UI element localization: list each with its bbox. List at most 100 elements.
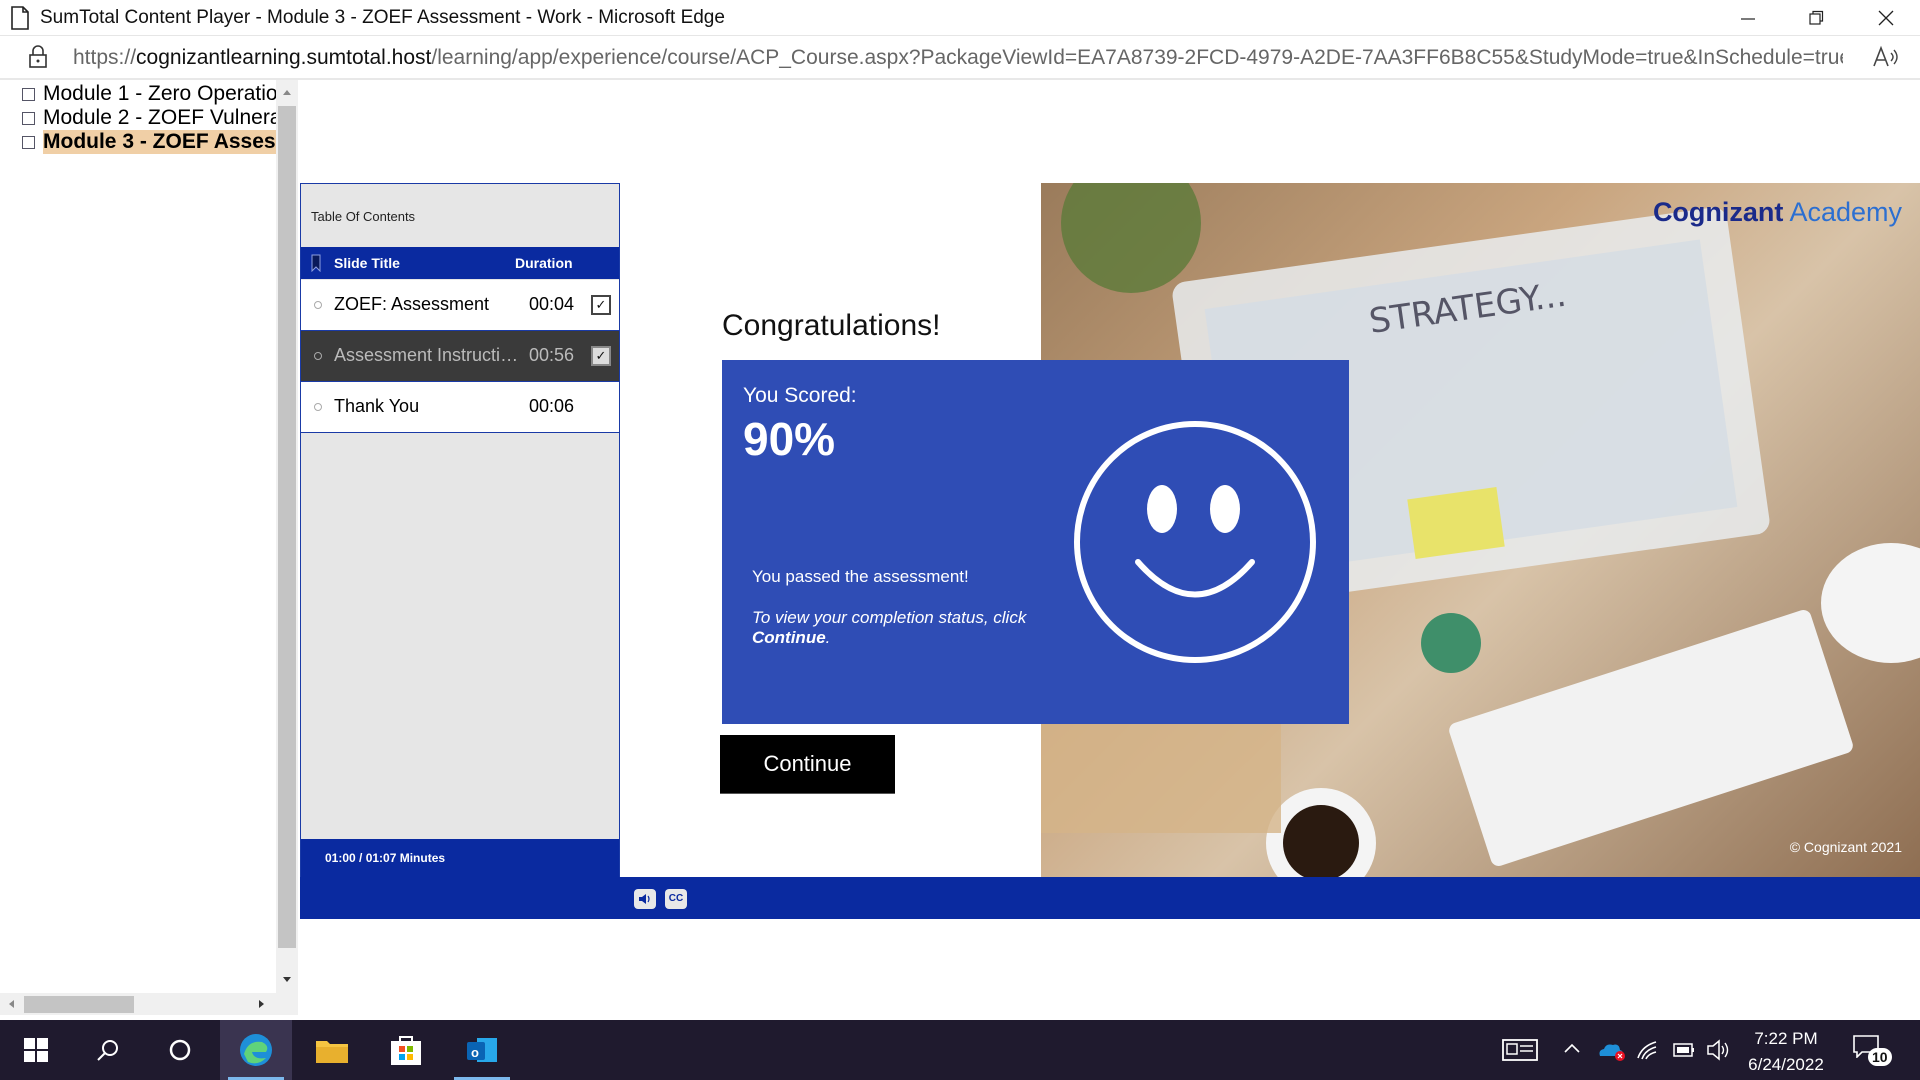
system-clock[interactable]: 7:22 PM 6/24/2022 (1736, 1026, 1836, 1078)
bullet-icon (314, 403, 322, 411)
copyright-text: © Cognizant 2021 (1789, 839, 1902, 855)
bookmark-icon (311, 254, 321, 272)
windows-taskbar: o 7:22 PM 6/24/2022 10 (0, 1020, 1920, 1080)
lock-icon[interactable] (28, 45, 48, 69)
slide-duration: 00:04 (529, 294, 575, 314)
outlook-taskbar-button[interactable]: o (446, 1020, 518, 1080)
notification-count: 10 (1868, 1048, 1892, 1066)
restore-button[interactable] (1782, 0, 1850, 35)
clock-time: 7:22 PM (1754, 1029, 1818, 1048)
brand-logo: Cognizant Academy (1653, 197, 1902, 228)
start-button[interactable] (0, 1020, 72, 1080)
score-panel: You Scored: 90% You passed the assessmen… (722, 360, 1349, 724)
tree-horizontal-scrollbar[interactable] (0, 993, 276, 1015)
tree-vertical-scrollbar[interactable] (276, 80, 298, 1002)
toc-row[interactable]: ZOEF: Assessment 00:04 ✓ (301, 280, 619, 331)
address-bar: https://cognizantlearning.sumtotal.host/… (0, 36, 1920, 80)
audio-button[interactable] (634, 889, 656, 909)
continue-button[interactable]: Continue (720, 735, 895, 794)
bullet-icon (314, 352, 322, 360)
folder-icon (316, 1041, 348, 1063)
minimize-button[interactable] (1714, 0, 1782, 35)
closed-captions-button[interactable]: CC (665, 889, 687, 909)
edge-icon (240, 1034, 272, 1066)
minimize-icon (1741, 17, 1755, 20)
slide-duration: 00:06 (529, 396, 575, 416)
store-icon (391, 1036, 421, 1065)
slide-title: Assessment Instructio... (334, 345, 524, 365)
chevron-up-icon[interactable] (1564, 1042, 1580, 1054)
module-label: Module 3 - ZOEF Asses (43, 130, 276, 154)
url-prefix: https:// (73, 46, 137, 69)
window-title: SumTotal Content Player - Module 3 - ZOE… (40, 7, 725, 28)
cortana-button[interactable] (144, 1020, 216, 1080)
scrollbar-thumb[interactable] (278, 106, 296, 948)
slide-title: ZOEF: Assessment (334, 294, 490, 314)
toc-row-current[interactable]: Assessment Instructio... 00:56 ✓ (301, 331, 619, 382)
checkmark-icon: ✓ (591, 346, 611, 366)
module-checkbox[interactable] (22, 135, 35, 149)
volume-icon[interactable] (1706, 1038, 1732, 1062)
windows-logo-icon (24, 1038, 48, 1062)
close-icon (1878, 10, 1894, 25)
module-checkbox[interactable] (22, 111, 35, 125)
scroll-left-icon[interactable] (7, 999, 15, 1009)
wifi-icon[interactable] (1636, 1038, 1660, 1062)
table-of-contents: Table Of Contents Slide Title Duration Z… (300, 183, 620, 877)
module-checkbox[interactable] (22, 87, 35, 101)
speaker-icon (639, 894, 650, 904)
pass-message: You passed the assessment! (752, 567, 969, 586)
search-icon (97, 1040, 118, 1061)
scrollbar-thumb[interactable] (24, 996, 134, 1013)
edge-taskbar-button[interactable] (220, 1020, 292, 1080)
content-player: Table Of Contents Slide Title Duration Z… (300, 183, 1920, 919)
action-center-button[interactable]: 10 (1852, 1034, 1892, 1070)
col-slide-title: Slide Title (334, 255, 400, 271)
slide-canvas: STRATEGY... Cognizant Academy © Cognizan… (621, 183, 1920, 877)
brand-suffix: Academy (1789, 197, 1902, 227)
url-host: cognizantlearning.sumtotal.host (136, 46, 432, 69)
score-value: 90% (743, 413, 836, 465)
svg-text:o: o (471, 1045, 479, 1060)
search-button[interactable] (72, 1020, 144, 1080)
col-duration: Duration (515, 255, 573, 271)
read-aloud-icon[interactable] (1872, 44, 1900, 70)
url-field[interactable]: https://cognizantlearning.sumtotal.host/… (73, 46, 1843, 70)
toc-header: Slide Title Duration (301, 247, 619, 279)
restore-icon (1809, 10, 1824, 25)
module-item-2[interactable]: Module 2 - ZOEF Vulnera (22, 106, 276, 130)
toc-row[interactable]: Thank You 00:06 (301, 382, 619, 433)
close-button[interactable] (1852, 0, 1920, 35)
cortana-icon (169, 1039, 191, 1061)
bullet-icon (314, 301, 322, 309)
file-explorer-button[interactable] (296, 1020, 368, 1080)
module-item-3[interactable]: Module 3 - ZOEF Asses (22, 130, 276, 154)
scroll-down-icon[interactable] (282, 976, 292, 984)
scroll-right-icon[interactable] (258, 999, 266, 1009)
toc-footer: 01:00 / 01:07 Minutes (301, 839, 619, 877)
congrats-heading: Congratulations! (722, 309, 941, 342)
outlook-icon: o (467, 1038, 497, 1062)
checkmark-icon: ✓ (591, 295, 611, 315)
player-control-bar: CC (300, 877, 1920, 919)
slide-duration: 00:56 (529, 345, 575, 365)
store-button[interactable] (370, 1020, 442, 1080)
module-item-1[interactable]: Module 1 - Zero Operatio (22, 82, 276, 106)
module-label: Module 2 - ZOEF Vulnera (43, 106, 276, 129)
onedrive-icon[interactable] (1596, 1038, 1626, 1062)
clock-date: 6/24/2022 (1748, 1055, 1824, 1074)
scroll-up-icon[interactable] (282, 88, 292, 96)
module-label: Module 1 - Zero Operatio (43, 82, 276, 105)
score-label: You Scored: (743, 384, 857, 407)
brand-name: Cognizant (1652, 197, 1784, 227)
toc-title: Table Of Contents (311, 209, 416, 224)
scrollbar-corner (276, 993, 298, 1015)
smiley-face-icon (1074, 421, 1316, 663)
page-icon (11, 6, 29, 30)
url-path: /learning/app/experience/course/ACP_Cour… (431, 46, 1843, 69)
news-widget-icon[interactable] (1502, 1038, 1538, 1062)
completion-instruction: To view your completion status, click Co… (752, 608, 1027, 647)
module-tree: Module 1 - Zero Operatio Module 2 - ZOEF… (0, 80, 276, 1020)
window-title-bar: SumTotal Content Player - Module 3 - ZOE… (0, 0, 1920, 36)
battery-icon[interactable] (1670, 1040, 1696, 1060)
